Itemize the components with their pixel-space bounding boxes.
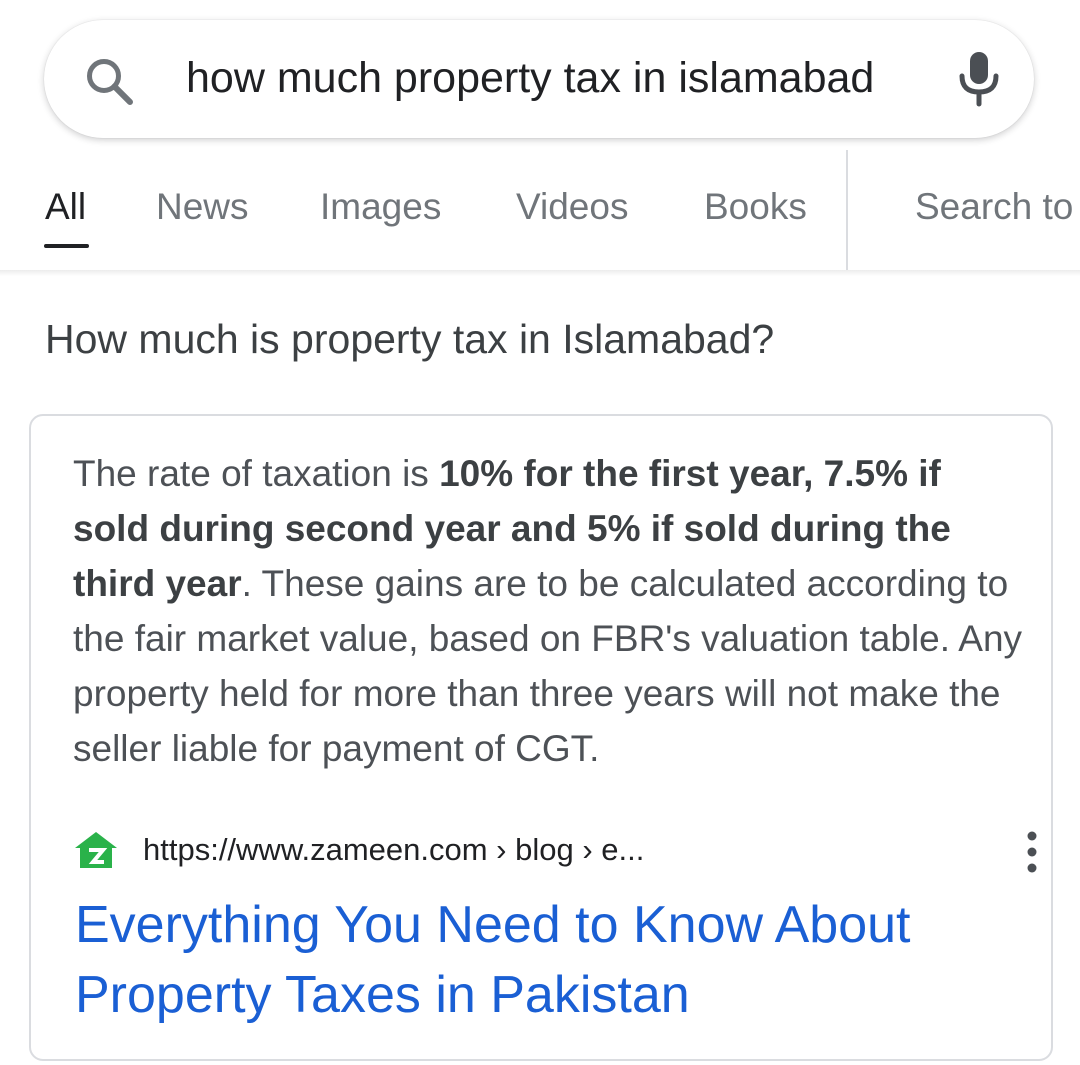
microphone-icon[interactable] [954,48,1004,108]
result-title-link[interactable]: Everything You Need to Know About Proper… [75,890,1035,1030]
zameen-logo-icon [75,832,117,868]
featured-snippet-question: How much is property tax in Islamabad? [45,316,775,362]
tabs-divider-shadow [0,270,1080,276]
tab-news[interactable]: News [156,186,249,228]
search-tabs: All News Images Videos Books Search to [0,150,1080,270]
tab-books[interactable]: Books [704,186,807,228]
active-tab-indicator [44,244,89,248]
tab-videos[interactable]: Videos [516,186,628,228]
more-vert-icon[interactable] [1017,826,1047,878]
tab-divider [846,150,848,270]
snippet-text-lead: The rate of taxation is [73,453,440,494]
featured-snippet-card: The rate of taxation is 10% for the firs… [29,414,1053,1061]
snippet-text: The rate of taxation is 10% for the firs… [73,446,1023,776]
search-icon[interactable] [84,56,136,108]
tab-all[interactable]: All [45,186,86,228]
search-input[interactable] [186,46,926,110]
search-results-page: All News Images Videos Books Search to H… [0,0,1080,1065]
source-url[interactable]: https://www.zameen.com › blog › e... [143,832,644,868]
source-row[interactable]: https://www.zameen.com › blog › e... [73,824,1037,874]
tab-search-tools[interactable]: Search to [915,186,1073,228]
tab-images[interactable]: Images [320,186,441,228]
